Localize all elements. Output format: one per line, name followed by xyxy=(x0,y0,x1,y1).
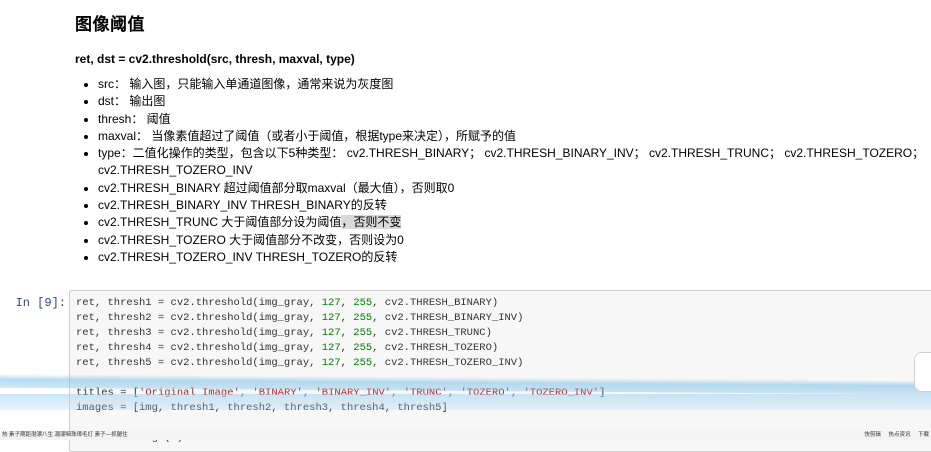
blue-highlight-stroke xyxy=(0,394,931,410)
hot-news-button[interactable]: 热点资讯 xyxy=(888,432,910,438)
status-right-items: 快剪辑 热点资讯 下载 xyxy=(858,431,929,440)
download-button[interactable]: 下载 xyxy=(918,432,929,438)
code-line[interactable] xyxy=(76,416,605,431)
list-item: cv2.THRESH_TRUNC 大于阈值部分设为阈值，否则不变 xyxy=(98,214,928,231)
code-text[interactable]: ret, thresh1 = cv2.threshold(img_gray, 1… xyxy=(76,296,605,446)
browser-status-bar: 热 素子期距渤漂八生 潮潮咽珠璋毛灯 素子—抓腿住 快剪辑 热点资讯 下载 xyxy=(0,431,931,440)
list-item: src： 输入图，只能输入单通道图像，通常来说为灰度图 xyxy=(98,76,928,93)
code-cell-editor[interactable]: ret, thresh1 = cv2.threshold(img_gray, 1… xyxy=(69,290,931,452)
parameter-list: src： 输入图，只能输入单通道图像，通常来说为灰度图 dst： 输出图 thr… xyxy=(75,76,928,266)
list-item: cv2.THRESH_TOZERO 大于阈值部分不改变，否则设为0 xyxy=(98,232,928,249)
code-line[interactable]: ret, thresh1 = cv2.threshold(img_gray, 1… xyxy=(76,296,605,311)
function-signature: ret, dst = cv2.threshold(src, thresh, ma… xyxy=(75,52,355,66)
section-title: 图像阈值 xyxy=(75,15,145,34)
cell-prompt: In [9]: xyxy=(15,296,66,310)
list-item: cv2.THRESH_BINARY 超过阈值部分取maxval（最大值），否则取… xyxy=(98,180,928,197)
trunc-text: cv2.THRESH_TRUNC 大于阈值部分设为阈值 xyxy=(98,215,342,230)
list-item: type：二值化操作的类型，包含以下5种类型： cv2.THRESH_BINAR… xyxy=(98,145,928,180)
code-line[interactable]: ret, thresh2 = cv2.threshold(img_gray, 1… xyxy=(76,311,605,326)
list-item: cv2.THRESH_TOZERO_INV THRESH_TOZERO的反转 xyxy=(98,249,928,266)
list-item: thresh： 阈值 xyxy=(98,111,928,128)
list-item: dst： 输出图 xyxy=(98,93,928,110)
list-item: cv2.THRESH_BINARY_INV THRESH_BINARY的反转 xyxy=(98,197,928,214)
list-item: maxval： 当像素值超过了阈值（或者小于阈值，根据type来决定），所赋予的… xyxy=(98,128,928,145)
status-text: 热 素子期距渤漂八生 潮潮咽珠璋毛灯 素子—抓腿住 xyxy=(2,432,128,438)
selected-text[interactable]: ，否则不变 xyxy=(341,215,402,230)
code-line[interactable]: ret, thresh5 = cv2.threshold(img_gray, 1… xyxy=(76,356,605,371)
quick-clip-button[interactable]: 快剪辑 xyxy=(864,432,881,438)
side-scroll-handle[interactable] xyxy=(914,352,931,392)
code-line[interactable]: ret, thresh4 = cv2.threshold(img_gray, 1… xyxy=(76,341,605,356)
code-line[interactable]: ret, thresh3 = cv2.threshold(img_gray, 1… xyxy=(76,326,605,341)
